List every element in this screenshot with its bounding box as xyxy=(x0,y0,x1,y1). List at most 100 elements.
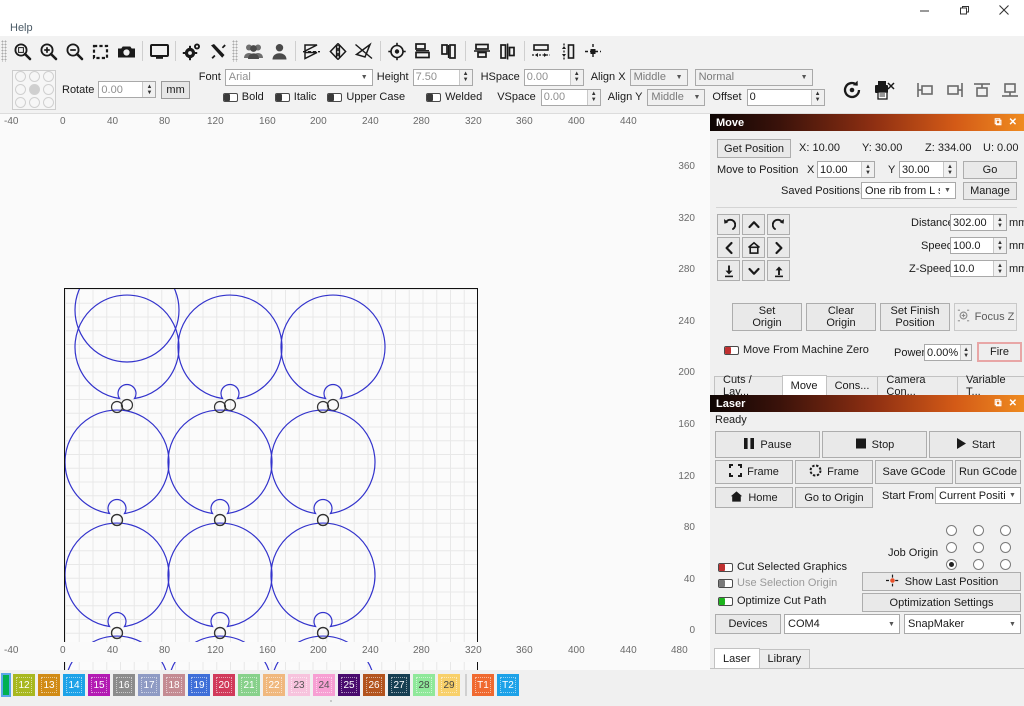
toggle-switch[interactable] xyxy=(222,92,238,102)
marquee-select-icon[interactable] xyxy=(87,37,113,65)
distribute-v-icon[interactable] xyxy=(554,37,580,65)
chevron-down-icon[interactable]: ▼ xyxy=(357,74,372,81)
palette-swatch[interactable]: 24 xyxy=(313,674,335,696)
vspace-spin-arrows[interactable]: ▲ ▼ xyxy=(586,89,600,105)
units-button[interactable]: mm xyxy=(161,80,190,99)
move-x-input[interactable]: 10.00 ▲ ▼ xyxy=(817,161,875,178)
frame-square-button[interactable]: Frame xyxy=(715,460,793,484)
power-input[interactable]: 0.00% ▲ ▼ xyxy=(924,344,972,361)
tab-variable-text[interactable]: Variable T... xyxy=(957,374,1024,398)
rotate-cw-icon[interactable] xyxy=(767,214,790,235)
job-origin-mc[interactable] xyxy=(973,542,984,553)
job-origin-grid[interactable] xyxy=(938,522,1019,573)
palette-swatch[interactable]: 27 xyxy=(388,674,410,696)
toggle-switch[interactable] xyxy=(327,92,343,102)
anchor-mr[interactable] xyxy=(42,83,54,95)
use-selection-origin-toggle[interactable]: Use Selection Origin xyxy=(718,577,837,589)
palette-swatch[interactable]: 20 xyxy=(213,674,235,696)
move-y-spin-arrows[interactable]: ▲ ▼ xyxy=(943,162,956,177)
stop-button[interactable]: Stop xyxy=(822,431,927,458)
anchor-tl[interactable] xyxy=(14,71,26,83)
camera-icon[interactable] xyxy=(113,37,139,65)
tools-wrench-icon[interactable] xyxy=(205,37,231,65)
toggle-switch[interactable] xyxy=(718,578,733,588)
palette-swatch[interactable]: 25 xyxy=(338,674,360,696)
rotate-anchor-dial[interactable] xyxy=(12,69,56,110)
rotate-input[interactable]: 0.00 ▲ ▼ xyxy=(98,81,157,98)
tab-cuts-layers[interactable]: Cuts / Lay... xyxy=(714,374,783,398)
move-from-machine-zero-toggle[interactable]: Move From Machine Zero xyxy=(724,344,869,356)
job-origin-ml[interactable] xyxy=(946,542,957,553)
arrow-down-icon[interactable] xyxy=(742,260,765,281)
clear-origin-button[interactable]: Clear Origin xyxy=(806,303,876,331)
height-spin-arrows[interactable]: ▲ ▼ xyxy=(458,69,472,85)
align-top-edge-icon[interactable] xyxy=(969,76,995,104)
close-icon[interactable]: ✕ xyxy=(1009,117,1017,128)
job-origin-tc[interactable] xyxy=(973,525,984,536)
set-origin-button[interactable]: Set Origin xyxy=(732,303,802,331)
anchor-ml[interactable] xyxy=(14,83,26,95)
align-bottom-edge-icon[interactable] xyxy=(997,76,1023,104)
zoom-in-icon[interactable] xyxy=(35,37,61,65)
palette-swatch[interactable]: 17 xyxy=(138,674,160,696)
align-center-h-icon[interactable] xyxy=(469,37,495,65)
anchor-br[interactable] xyxy=(42,96,54,108)
anchor-tc[interactable] xyxy=(28,71,40,83)
text-style-combo[interactable]: Normal ▼ xyxy=(694,68,813,86)
offset-input[interactable]: 0 ▲ ▼ xyxy=(746,88,825,106)
palette-swatch[interactable]: 19 xyxy=(188,674,210,696)
job-origin-bc[interactable] xyxy=(973,559,984,570)
arrow-up-icon[interactable] xyxy=(742,214,765,235)
anchor-tr[interactable] xyxy=(42,71,54,83)
device-combo[interactable]: SnapMaker ▼ xyxy=(904,614,1021,634)
power-spin-arrows[interactable]: ▲ ▼ xyxy=(960,345,971,360)
job-origin-mr[interactable] xyxy=(1000,542,1011,553)
vspace-input[interactable]: 0.00 ▲ ▼ xyxy=(540,88,601,106)
alignx-combo[interactable]: Middle ▼ xyxy=(629,68,688,86)
chevron-down-icon[interactable]: ▼ xyxy=(797,74,812,81)
palette-swatch[interactable]: 18 xyxy=(163,674,185,696)
move-x-spin-arrows[interactable]: ▲ ▼ xyxy=(861,162,874,177)
palette-swatch[interactable]: 12 xyxy=(13,674,35,696)
optimization-settings-button[interactable]: Optimization Settings xyxy=(862,593,1021,612)
palette-swatch[interactable]: 13 xyxy=(38,674,60,696)
fire-button[interactable]: Fire xyxy=(977,342,1022,362)
group-users-icon[interactable] xyxy=(240,37,266,65)
z-down-icon[interactable] xyxy=(717,260,740,281)
go-button[interactable]: Go xyxy=(963,161,1017,179)
align-left-edge-icon[interactable] xyxy=(913,76,939,104)
toggle-switch[interactable] xyxy=(724,345,739,355)
single-user-icon[interactable] xyxy=(266,37,292,65)
bold-toggle[interactable]: Bold xyxy=(222,91,264,103)
offset-spin-arrows[interactable]: ▲ ▼ xyxy=(810,89,824,105)
port-combo[interactable]: COM4 ▼ xyxy=(784,614,900,634)
zspeed-input[interactable]: 10.0 ▲ ▼ xyxy=(950,260,1007,277)
italic-toggle[interactable]: Italic xyxy=(274,91,316,103)
uppercase-toggle[interactable]: Upper Case xyxy=(327,91,405,103)
optimize-cut-path-toggle[interactable]: Optimize Cut Path xyxy=(718,595,826,607)
start-button[interactable]: Start xyxy=(929,431,1021,458)
get-position-button[interactable]: Get Position xyxy=(717,139,791,158)
job-origin-bl[interactable] xyxy=(946,559,957,570)
palette-swatch[interactable]: 23 xyxy=(288,674,310,696)
menu-item-help[interactable]: Help xyxy=(6,22,37,34)
palette-swatch-tool[interactable]: T2 xyxy=(497,674,519,696)
ruler-horizontal-bottom[interactable]: -40 0 40 80 120 160 200 240 280 320 360 … xyxy=(0,642,710,662)
palette-swatch[interactable]: 16 xyxy=(113,674,135,696)
home-icon[interactable] xyxy=(742,237,765,258)
tab-console[interactable]: Cons... xyxy=(825,376,879,395)
arrow-right-icon[interactable] xyxy=(767,237,790,258)
flip-horizontal-icon[interactable] xyxy=(325,37,351,65)
rotate-spin-arrows[interactable]: ▲ ▼ xyxy=(142,82,156,97)
palette-swatch[interactable]: 14 xyxy=(63,674,85,696)
palette-swatch[interactable]: 28 xyxy=(413,674,435,696)
ruler-vertical[interactable]: 360 320 280 240 200 160 120 80 40 0 xyxy=(660,114,710,644)
ruler-horizontal-top[interactable]: -40 0 40 80 120 160 200 240 280 320 360 … xyxy=(0,114,710,132)
saved-positions-combo[interactable]: One rib from L side ▼ xyxy=(861,182,956,199)
palette-swatch[interactable]: 21 xyxy=(238,674,260,696)
font-combo[interactable]: Arial ▼ xyxy=(224,68,373,86)
toggle-switch[interactable] xyxy=(718,562,733,572)
welded-toggle[interactable]: Welded xyxy=(426,91,482,103)
refresh-circular-icon[interactable] xyxy=(839,76,865,104)
minimize-icon[interactable] xyxy=(904,0,944,20)
